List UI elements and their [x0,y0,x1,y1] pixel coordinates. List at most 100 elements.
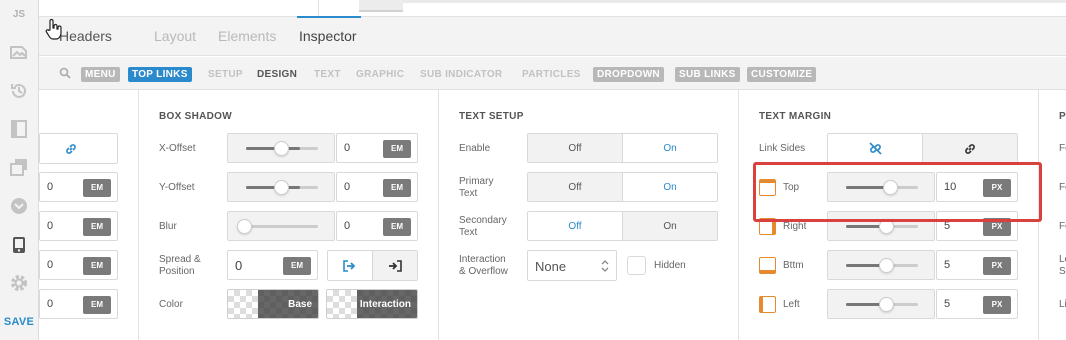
highlight-annotation [753,162,1042,222]
enable-on[interactable]: On [623,134,717,162]
mobile-icon[interactable] [9,235,29,255]
tab-inspector[interactable]: Inspector [299,28,357,44]
slider-handle[interactable] [879,297,894,312]
subnav-menu[interactable]: MENU [81,67,120,82]
interaction-color-swatch[interactable]: Interaction [326,289,418,319]
hidden-label: Hidden [654,260,686,271]
overflow-select[interactable]: None [527,250,617,281]
hidden-checkbox[interactable] [627,256,646,275]
left-rail: JS SAVE [0,0,39,340]
subnav-customize[interactable]: CUSTOMIZE [747,67,817,82]
partial-column-title: P [1059,111,1066,122]
spacing-input-3[interactable]: 0 EM [39,250,118,280]
x-offset-label: X-Offset [159,143,196,154]
margin-bottom-input[interactable]: 5 PX [936,250,1018,280]
secondary-text-label: Secondary Text [459,215,507,238]
y-offset-slider[interactable] [227,172,335,202]
secondary-text-toggle[interactable]: Off On [527,211,718,241]
enable-label: Enable [459,143,491,154]
base-color-swatch[interactable]: Base [227,289,319,319]
tab-headers[interactable]: Headers [59,28,112,44]
enable-off[interactable]: Off [528,134,623,162]
select-arrows-icon [601,259,609,278]
builder-window: { "rail": { "js_label": "JS", "save_labe… [0,0,1066,340]
divider [318,0,319,16]
chevron-circle-icon[interactable] [9,196,29,216]
subnav-sub-indicator[interactable]: SUB INDICATOR [420,67,502,82]
margin-left-slider[interactable] [827,289,935,319]
primary-off[interactable]: Off [528,173,623,201]
subnav-setup[interactable]: SETUP [208,67,243,82]
save-button[interactable]: SAVE [0,316,38,328]
tab-layout[interactable]: Layout [154,28,196,44]
partial-label: Fo [1059,221,1066,232]
spacing-input-1[interactable]: 0 EM [39,172,118,202]
margin-left-input[interactable]: 5 PX [936,289,1018,319]
position-toggle[interactable] [327,250,418,281]
link-toggle-button[interactable] [39,133,118,164]
margin-bottom-slider[interactable] [827,250,935,280]
primary-on[interactable]: On [623,173,717,201]
spacing-input-2[interactable]: 0 EM [39,211,118,241]
link-icon[interactable] [923,134,1017,163]
margin-bottom-icon [759,257,776,274]
partial-label: Fo [1059,182,1066,193]
tab-elements[interactable]: Elements [218,28,276,44]
margin-left-label: Left [783,299,800,310]
y-offset-label: Y-Offset [159,182,195,193]
slider-handle[interactable] [274,141,289,156]
partial-label: Fo [1059,143,1066,154]
preview-edge [403,0,1066,3]
subnav-text[interactable]: TEXT [314,67,341,82]
unit-label[interactable]: EM [83,296,111,314]
unit-label[interactable]: EM [83,218,111,236]
spread-label: Spread & Position [159,254,201,277]
image-icon[interactable] [9,42,29,62]
hand-cursor-icon [45,18,63,40]
subnav-top-links[interactable]: TOP LINKS [128,67,192,82]
secondary-on[interactable]: On [623,212,717,240]
subnav-graphic[interactable]: GRAPHIC [356,67,404,82]
primary-text-label: Primary Text [459,176,494,199]
spacing-input-4[interactable]: 0 EM [39,289,118,319]
margin-right-label: Right [783,221,807,232]
link-sides-toggle[interactable] [827,133,1018,164]
y-offset-input[interactable]: 0 EM [336,172,418,202]
slider-handle[interactable] [274,180,289,195]
subnav-sub-links[interactable]: SUB LINKS [675,67,740,82]
sub-navigation: MENU TOP LINKS SETUP DESIGN TEXT GRAPHIC… [39,57,1066,90]
x-offset-slider[interactable] [227,133,335,163]
subnav-design[interactable]: DESIGN [257,67,297,82]
slider-handle[interactable] [879,258,894,273]
link-sides-label: Link Sides [759,143,806,154]
blur-input[interactable]: 0 EM [336,211,418,241]
layout-icon[interactable] [9,119,29,139]
blur-slider[interactable] [227,211,335,241]
unlink-icon[interactable] [828,134,923,163]
text-setup-title: TEXT SETUP [459,111,524,122]
inset-icon[interactable] [373,251,417,280]
layers-icon[interactable] [9,157,29,177]
unit-label[interactable]: EM [83,179,111,197]
primary-text-toggle[interactable]: Off On [527,172,718,202]
subnav-dropdown[interactable]: DROPDOWN [593,67,664,82]
preview-scrollbar [359,0,403,12]
spread-input[interactable]: 0 EM [227,250,318,280]
link-icon [64,142,78,161]
margin-bottom-label: Bttm [783,260,804,271]
enable-toggle[interactable]: Off On [527,133,718,163]
outset-icon[interactable] [328,251,373,280]
history-icon[interactable] [9,81,29,101]
js-button[interactable]: JS [0,9,38,20]
unit-label[interactable]: EM [83,257,111,275]
search-icon[interactable] [59,66,71,84]
slider-handle[interactable] [237,219,252,234]
secondary-off[interactable]: Off [528,212,623,240]
x-offset-input[interactable]: 0 EM [336,133,418,163]
active-tab-indicator [297,16,361,18]
partial-label: Li [1059,299,1066,310]
gear-icon[interactable] [9,273,29,293]
text-margin-title: TEXT MARGIN [759,111,832,122]
subnav-particles[interactable]: PARTICLES [522,67,581,82]
box-shadow-title: BOX SHADOW [159,111,232,122]
